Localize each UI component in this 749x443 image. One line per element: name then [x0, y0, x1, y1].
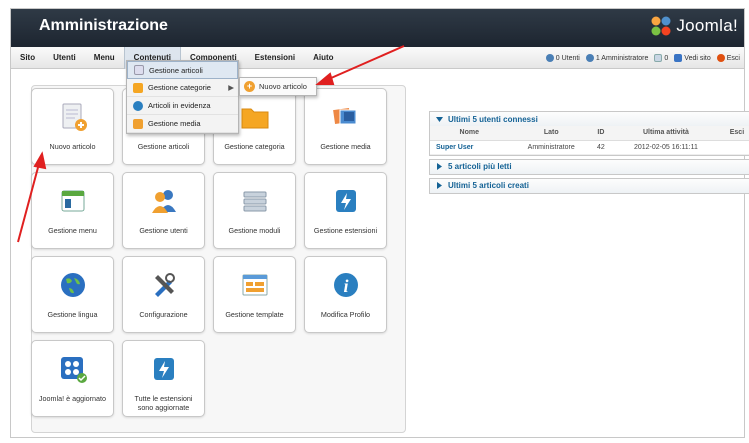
tile-configurazione[interactable]: Configurazione — [122, 256, 205, 333]
user-logout[interactable] — [723, 140, 749, 155]
user-side: Amministratore — [508, 140, 594, 155]
popular-articles-toggle[interactable]: 5 articoli più letti — [430, 159, 749, 174]
dropdown-gestione-categorie[interactable]: Gestione categorie ▶ — [127, 79, 238, 97]
tile-gestione-estensioni[interactable]: Gestione estensioni — [304, 172, 387, 249]
tile-gestione-menu[interactable]: Gestione menu — [31, 172, 114, 249]
chevron-right-icon: ▶ — [228, 83, 234, 92]
logout-icon — [716, 54, 725, 62]
tile-nuovo-articolo[interactable]: Nuovo articolo — [31, 88, 114, 165]
menu-aiuto[interactable]: Aiuto — [304, 47, 342, 69]
add-icon: + — [244, 81, 255, 92]
popular-articles-module: 5 articoli più letti — [429, 158, 749, 175]
col-id: ID — [593, 126, 608, 141]
admin-icon — [585, 54, 594, 62]
tile-gestione-media[interactable]: Gestione media — [304, 88, 387, 165]
joomla-logo-icon — [651, 16, 671, 36]
user-icon — [545, 54, 554, 62]
status-bar: 0 Utenti 1 Amministratore 0 Vedi sito Es… — [545, 47, 744, 69]
admin-modules: Ultimi 5 utenti connessi Nome Lato ID Ul… — [429, 111, 749, 197]
info-icon: i — [333, 273, 358, 297]
extensions-update-icon — [153, 358, 174, 380]
svg-text:i: i — [343, 276, 348, 296]
tools-icon — [154, 273, 175, 297]
col-lato: Lato — [508, 126, 594, 141]
logout-link[interactable]: Esci — [716, 54, 740, 62]
logo-text: Joomla! — [676, 16, 738, 35]
menu-estensioni[interactable]: Estensioni — [246, 47, 304, 69]
logged-users-table: Nome Lato ID Ultima attività Esci Super … — [430, 126, 749, 155]
folder-icon — [241, 108, 268, 129]
messages-status[interactable]: 0 — [654, 54, 668, 62]
dropdown-gestione-articoli[interactable]: Gestione articoli — [127, 61, 238, 79]
tile-estensioni-aggiornate[interactable]: Tutte le estensioni sono aggiornate — [122, 340, 205, 417]
article-icon — [134, 65, 144, 75]
table-row: Super User Amministratore 42 2012-02-05 … — [430, 140, 749, 155]
globe-icon — [60, 273, 85, 297]
monitor-icon — [674, 54, 683, 62]
menu-menu[interactable]: Menu — [85, 47, 124, 69]
latest-articles-module: Ultimi 5 articoli creati — [429, 177, 749, 194]
admins-status[interactable]: 1 Amministratore — [585, 54, 648, 62]
featured-icon — [133, 100, 143, 111]
media-icon — [133, 118, 143, 129]
joomla-logo[interactable]: Joomla! — [650, 15, 738, 37]
dropdown-gestione-media[interactable]: Gestione media — [127, 115, 238, 133]
tile-gestione-moduli[interactable]: Gestione moduli — [213, 172, 296, 249]
menu-icon — [61, 190, 84, 212]
col-esci: Esci — [723, 126, 749, 141]
joomla-update-icon — [60, 357, 87, 383]
collapsed-triangle-icon — [437, 163, 442, 170]
tile-joomla-aggiornato[interactable]: Joomla! è aggiornato — [31, 340, 114, 417]
media-icon — [332, 107, 356, 125]
contenuti-dropdown: Gestione articoli Gestione categorie ▶ A… — [126, 60, 239, 134]
submenu-nuovo-articolo[interactable]: + Nuovo articolo — [239, 77, 317, 96]
logged-users-toggle[interactable]: Ultimi 5 utenti connessi — [430, 112, 749, 126]
users-status[interactable]: 0 Utenti — [545, 54, 580, 62]
tile-modifica-profilo[interactable]: i Modifica Profilo — [304, 256, 387, 333]
user-last-activity: 2012-02-05 16:11:11 — [607, 140, 724, 155]
view-site-link[interactable]: Vedi sito — [674, 54, 711, 62]
header: Amministrazione Joomla! — [11, 9, 744, 47]
dropdown-articoli-evidenza[interactable]: Articoli in evidenza — [127, 97, 238, 115]
tile-gestione-utenti[interactable]: Gestione utenti — [122, 172, 205, 249]
user-name-link[interactable]: Super User — [430, 140, 509, 155]
col-ultima-attivita: Ultima attività — [607, 126, 724, 141]
message-icon — [654, 54, 663, 62]
extensions-icon — [335, 190, 356, 212]
template-icon — [242, 274, 267, 296]
main-menubar: Sito Utenti Menu Contenuti Componenti Es… — [11, 46, 744, 69]
users-icon — [151, 190, 176, 213]
menu-utenti[interactable]: Utenti — [44, 47, 85, 69]
collapsed-triangle-icon — [437, 182, 442, 189]
latest-articles-toggle[interactable]: Ultimi 5 articoli creati — [430, 178, 749, 193]
modules-icon — [243, 191, 266, 212]
logged-users-module: Ultimi 5 utenti connessi Nome Lato ID Ul… — [429, 111, 749, 156]
new-article-icon — [62, 103, 87, 131]
page-title: Amministrazione — [39, 17, 168, 34]
col-nome: Nome — [430, 126, 509, 141]
tile-gestione-lingua[interactable]: Gestione lingua — [31, 256, 114, 333]
menu-sito[interactable]: Sito — [11, 47, 44, 69]
tile-gestione-template[interactable]: Gestione template — [213, 256, 296, 333]
user-id: 42 — [593, 140, 608, 155]
expanded-triangle-icon — [436, 116, 443, 122]
folder-icon — [133, 82, 143, 93]
